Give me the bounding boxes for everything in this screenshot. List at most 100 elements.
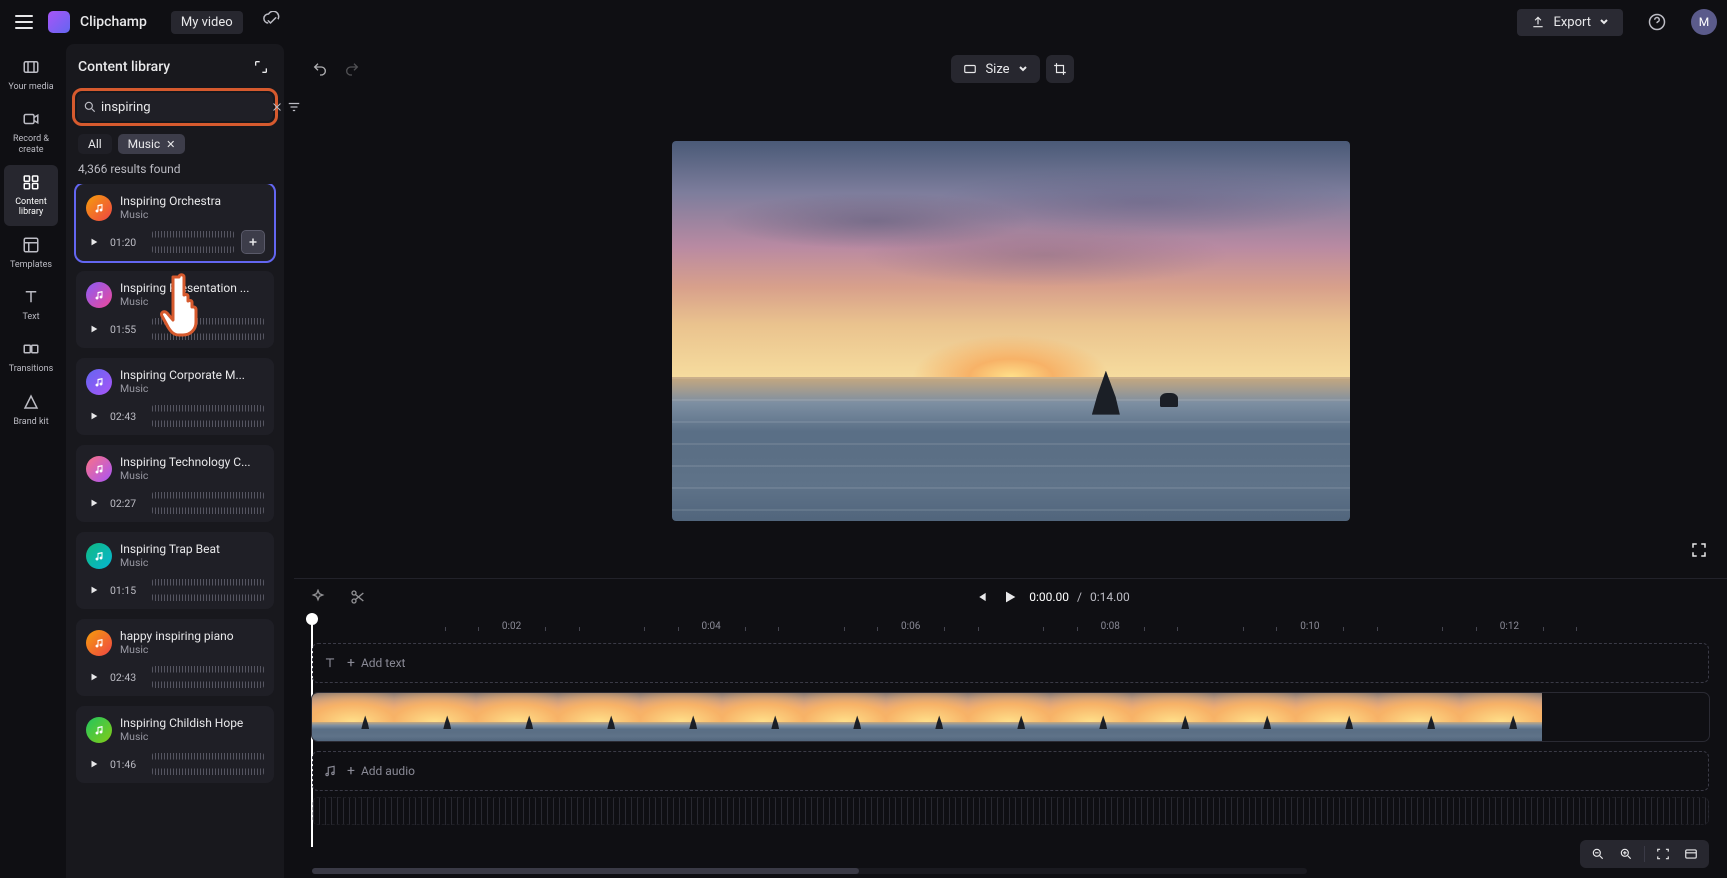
search-icon xyxy=(83,99,97,115)
rail-transitions[interactable]: Transitions xyxy=(4,332,58,382)
music-result-card[interactable]: Inspiring Technology C...Music02:27 xyxy=(76,445,274,522)
music-thumb-icon xyxy=(86,717,112,743)
chip-music[interactable]: Music ✕ xyxy=(118,134,186,154)
music-subtitle: Music xyxy=(120,295,249,308)
chip-all[interactable]: All xyxy=(78,134,112,154)
ruler-label: 0:06 xyxy=(901,621,920,632)
video-frame-thumb xyxy=(1132,693,1214,741)
timeline-scrollbar-thumb[interactable] xyxy=(312,868,859,874)
export-button[interactable]: Export xyxy=(1517,9,1623,36)
skip-back-button[interactable] xyxy=(971,587,991,607)
user-avatar[interactable]: M xyxy=(1691,9,1717,35)
music-result-card[interactable]: Inspiring Trap BeatMusic 01:15 xyxy=(76,532,274,609)
rail-content-library[interactable]: Content library xyxy=(4,165,58,226)
preview-play-button[interactable] xyxy=(86,756,102,772)
music-duration: 02:43 xyxy=(110,671,144,684)
search-input[interactable] xyxy=(101,100,267,115)
rail-your-media[interactable]: Your media xyxy=(4,50,58,100)
rail-record-create[interactable]: Record & create xyxy=(4,102,58,163)
video-frame-thumb xyxy=(640,693,722,741)
music-subtitle: Music xyxy=(120,730,243,743)
music-subtitle: Music xyxy=(120,556,220,569)
rail-brand-kit[interactable]: Brand kit xyxy=(4,385,58,435)
ruler-label: 0:02 xyxy=(502,621,521,632)
timeline: 0:00.00 / 0:14.00 0:020:040:060:080:100:… xyxy=(294,578,1727,878)
waveform-preview[interactable] xyxy=(152,579,264,601)
music-duration: 01:15 xyxy=(110,584,144,597)
preview-play-button[interactable] xyxy=(86,669,102,685)
waveform-preview[interactable] xyxy=(152,666,264,688)
clear-search-button[interactable] xyxy=(271,97,283,117)
music-title: Inspiring Childish Hope xyxy=(120,716,243,730)
zoom-in-button[interactable] xyxy=(1616,844,1636,864)
waveform-preview[interactable] xyxy=(152,492,264,514)
time-separator: / xyxy=(1077,590,1082,604)
waveform-preview[interactable] xyxy=(152,231,234,253)
preview-play-button[interactable] xyxy=(86,234,102,250)
video-frame-thumb xyxy=(1214,693,1296,741)
timeline-ruler[interactable]: 0:020:040:060:080:100:12 xyxy=(312,621,1709,639)
music-result-card[interactable]: happy inspiring pianoMusic02:43 xyxy=(76,619,274,696)
music-title: Inspiring Orchestra xyxy=(120,194,221,208)
export-label: Export xyxy=(1553,15,1591,30)
music-duration: 01:55 xyxy=(110,323,144,336)
timeline-scrollbar[interactable] xyxy=(312,868,1307,874)
record-icon xyxy=(20,108,42,130)
music-title: happy inspiring piano xyxy=(120,629,234,643)
zoom-out-button[interactable] xyxy=(1588,844,1608,864)
sync-status-icon xyxy=(263,11,281,33)
music-duration: 01:20 xyxy=(110,236,144,249)
preview-play-button[interactable] xyxy=(86,495,102,511)
library-icon xyxy=(20,171,42,193)
size-dropdown[interactable]: Size xyxy=(951,55,1039,83)
add-audio-track[interactable]: + Add audio xyxy=(312,751,1709,791)
play-button[interactable] xyxy=(999,586,1021,608)
video-frame-thumb xyxy=(476,693,558,741)
video-frame-thumb xyxy=(968,693,1050,741)
project-title[interactable]: My video xyxy=(171,11,243,34)
fit-timeline-button[interactable] xyxy=(1653,844,1673,864)
video-frame-thumb xyxy=(558,693,640,741)
fullscreen-button[interactable] xyxy=(1685,536,1713,564)
undo-button[interactable] xyxy=(306,55,334,83)
results-count: 4,366 results found xyxy=(66,162,284,184)
waveform-preview[interactable] xyxy=(152,318,264,340)
music-title: Inspiring Corporate M... xyxy=(120,368,245,382)
preview-play-button[interactable] xyxy=(86,408,102,424)
music-result-card[interactable]: Inspiring Presentation ...Music01:55 xyxy=(76,271,274,348)
music-thumb-icon xyxy=(86,282,112,308)
redo-button xyxy=(338,55,366,83)
app-brand: Clipchamp xyxy=(80,14,147,30)
music-title: Inspiring Trap Beat xyxy=(120,542,220,556)
music-title: Inspiring Technology C... xyxy=(120,455,251,469)
chip-remove-icon[interactable]: ✕ xyxy=(166,138,175,151)
preview-play-button[interactable] xyxy=(86,582,102,598)
music-thumb-icon xyxy=(86,543,112,569)
video-track-clip[interactable] xyxy=(312,693,1709,741)
rail-text[interactable]: Text xyxy=(4,280,58,330)
add-text-track[interactable]: + Add text xyxy=(312,643,1709,683)
preview-play-button[interactable] xyxy=(86,321,102,337)
music-result-card[interactable]: Inspiring Childish HopeMusic01:46 xyxy=(76,706,274,783)
help-button[interactable] xyxy=(1643,8,1671,36)
app-logo xyxy=(48,11,70,33)
waveform-preview[interactable] xyxy=(152,753,264,775)
crop-button[interactable] xyxy=(1046,55,1074,83)
menu-button[interactable] xyxy=(10,8,38,36)
rail-templates[interactable]: Templates xyxy=(4,228,58,278)
music-result-card[interactable]: Inspiring Corporate M...Music02:43 xyxy=(76,358,274,435)
panel-expand-button[interactable] xyxy=(250,56,272,78)
music-subtitle: Music xyxy=(120,382,245,395)
split-button xyxy=(344,583,372,611)
search-highlighted-frame xyxy=(72,88,278,126)
auto-enhance-button[interactable] xyxy=(304,583,332,611)
waveform-preview[interactable] xyxy=(152,405,264,427)
music-subtitle: Music xyxy=(120,208,221,221)
timeline-view-button[interactable] xyxy=(1681,844,1701,864)
music-thumb-icon xyxy=(86,369,112,395)
video-preview-canvas[interactable] xyxy=(672,141,1350,521)
add-to-timeline-button[interactable] xyxy=(242,231,264,253)
panel-title: Content library xyxy=(78,59,170,75)
brand-kit-icon xyxy=(20,391,42,413)
music-result-card[interactable]: Inspiring OrchestraMusic 01:20 xyxy=(76,184,274,261)
